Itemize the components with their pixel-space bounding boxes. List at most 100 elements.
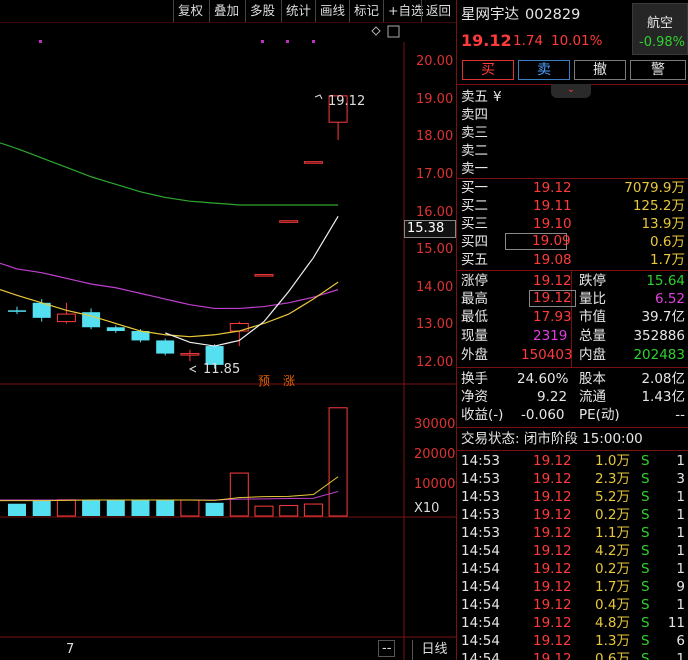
buy-level-price: 19.08 bbox=[533, 252, 572, 268]
signal-dot bbox=[39, 40, 42, 43]
stats-row: 现量 2319 总量 352886 bbox=[457, 327, 688, 345]
tick-price: 19.12 bbox=[533, 543, 572, 559]
tick-side: S bbox=[641, 471, 650, 487]
toolbar-mark[interactable]: 标记 bbox=[349, 0, 383, 22]
tick-vol: 4.8万 bbox=[595, 615, 630, 631]
tick-n: 11 bbox=[667, 615, 685, 631]
volume-tick: 10000 bbox=[414, 477, 456, 492]
tick-side: S bbox=[641, 543, 650, 559]
buy-level-price: 19.10 bbox=[533, 216, 572, 232]
tick-vol: 0.4万 bbox=[595, 597, 630, 613]
candle-body bbox=[106, 327, 125, 332]
tick-row: 14:54 19.12 0.6万 S 1 bbox=[457, 650, 688, 660]
toolbar-draw-line[interactable]: 画线 bbox=[315, 0, 349, 22]
tick-side: S bbox=[641, 597, 650, 613]
bottom-dash-field[interactable]: -- bbox=[378, 640, 396, 657]
tick-row: 14:53 19.12 5.2万 S 1 bbox=[457, 488, 688, 506]
buy-level[interactable]: 买三 19.10 13.9万 bbox=[457, 215, 688, 233]
sell-level[interactable]: 卖四 bbox=[457, 106, 688, 124]
stat-float-shares: 1.43亿 bbox=[641, 389, 685, 405]
stat-label: 收益(-) bbox=[461, 407, 504, 423]
low-annotation-arrow-icon bbox=[188, 365, 197, 373]
signal-dot bbox=[312, 40, 315, 43]
square-icon[interactable] bbox=[387, 25, 400, 38]
tick-row: 14:54 19.12 1.7万 S 9 bbox=[457, 578, 688, 596]
alert-button[interactable]: 警 bbox=[630, 60, 686, 80]
toolbar-multi-stock[interactable]: 多股 bbox=[245, 0, 279, 22]
buy-level[interactable]: 买二 19.11 125.2万 bbox=[457, 197, 688, 215]
stat-label: 总量 bbox=[579, 328, 606, 344]
toolbar-stats[interactable]: 统计 bbox=[281, 0, 315, 22]
cancel-button[interactable]: 撤 bbox=[574, 60, 626, 80]
tick-row: 14:53 19.12 2.3万 S 3 bbox=[457, 470, 688, 488]
tick-n: 1 bbox=[676, 525, 685, 541]
tick-vol: 1.1万 bbox=[595, 525, 630, 541]
tick-n: 9 bbox=[676, 579, 685, 595]
moving-average-line bbox=[164, 215, 339, 347]
period-selector[interactable]: 日线 bbox=[412, 640, 456, 660]
trade-status: 交易状态: 闭市阶段 15:00:00 bbox=[457, 430, 688, 448]
buy-button[interactable]: 买 bbox=[462, 60, 514, 80]
buy-level[interactable]: 买一 19.12 7079.9万 bbox=[457, 179, 688, 197]
tick-n: 1 bbox=[676, 651, 685, 660]
stats-row: 最低 17.93 市值 39.7亿 bbox=[457, 308, 688, 326]
tick-n: 6 bbox=[676, 633, 685, 649]
volume-bar bbox=[303, 503, 323, 517]
tick-time: 14:53 bbox=[461, 525, 500, 541]
candle-body bbox=[303, 161, 323, 164]
sector-pct: -0.98% bbox=[639, 35, 685, 50]
sell-level[interactable]: 卖三 bbox=[457, 124, 688, 142]
price-tick: 14.00 bbox=[416, 280, 454, 295]
buy-level-volume: 0.6万 bbox=[650, 234, 685, 250]
sell-level[interactable]: 卖五 ¥ bbox=[457, 88, 688, 106]
toolbar-overlay[interactable]: 叠加 bbox=[209, 0, 243, 22]
volume-bar bbox=[82, 499, 101, 516]
volume-unit: X10 bbox=[414, 501, 440, 516]
tick-side: S bbox=[641, 489, 650, 505]
signal-dot bbox=[261, 40, 264, 43]
stat-label: 现量 bbox=[461, 328, 488, 344]
candle-body bbox=[180, 353, 200, 356]
stat-label: 内盘 bbox=[579, 347, 606, 363]
sell-level[interactable]: 卖二 bbox=[457, 142, 688, 160]
sell-level-price: ¥ bbox=[493, 89, 502, 105]
tick-row: 14:54 19.12 4.8万 S 11 bbox=[457, 614, 688, 632]
toolbar-back[interactable]: 返回 bbox=[421, 0, 455, 22]
buy-level[interactable]: 买四 19.09 0.6万 bbox=[457, 233, 688, 251]
diamond-icon[interactable] bbox=[371, 26, 381, 36]
tick-price: 19.12 bbox=[533, 453, 572, 469]
toolbar-fuquan[interactable]: 复权 bbox=[173, 0, 207, 22]
moving-averages-group bbox=[0, 142, 339, 347]
stock-name: 星网宇达 bbox=[461, 7, 519, 23]
volume-bar bbox=[254, 505, 274, 517]
moving-average-line bbox=[0, 142, 339, 206]
tick-time: 14:54 bbox=[461, 651, 500, 660]
kline-chart[interactable]: 19.12 11.85 预 涨 bbox=[0, 22, 456, 660]
stat-net-asset: 9.22 bbox=[537, 389, 568, 405]
tick-price: 19.12 bbox=[533, 633, 572, 649]
tick-side: S bbox=[641, 561, 650, 577]
tick-row: 14:54 19.12 0.2万 S 1 bbox=[457, 560, 688, 578]
stat-label: 市值 bbox=[579, 309, 606, 325]
tick-price: 19.12 bbox=[533, 525, 572, 541]
buy-level[interactable]: 买五 19.08 1.7万 bbox=[457, 251, 688, 269]
volume-ma-line bbox=[0, 490, 339, 501]
sector-card[interactable]: 航空 -0.98% bbox=[632, 3, 688, 55]
stat-low: 17.93 bbox=[533, 309, 572, 325]
moving-average-line bbox=[0, 262, 339, 310]
tick-side: S bbox=[641, 633, 650, 649]
tick-price: 19.12 bbox=[533, 507, 572, 523]
tick-price: 19.12 bbox=[533, 615, 572, 631]
tick-vol: 1.7万 bbox=[595, 579, 630, 595]
volume-bar bbox=[328, 407, 348, 517]
stat-pe: -- bbox=[675, 407, 685, 423]
stat-label: 跌停 bbox=[579, 273, 606, 289]
candle-body bbox=[156, 340, 175, 354]
volume-tick: 20000 bbox=[414, 447, 456, 462]
buy-level-price: 19.11 bbox=[533, 198, 572, 214]
high-annotation: 19.12 bbox=[328, 94, 365, 109]
tick-time: 14:54 bbox=[461, 561, 500, 577]
sell-level[interactable]: 卖一 bbox=[457, 160, 688, 178]
sell-level-label: 卖三 bbox=[461, 125, 488, 141]
sell-button[interactable]: 卖 bbox=[518, 60, 570, 80]
